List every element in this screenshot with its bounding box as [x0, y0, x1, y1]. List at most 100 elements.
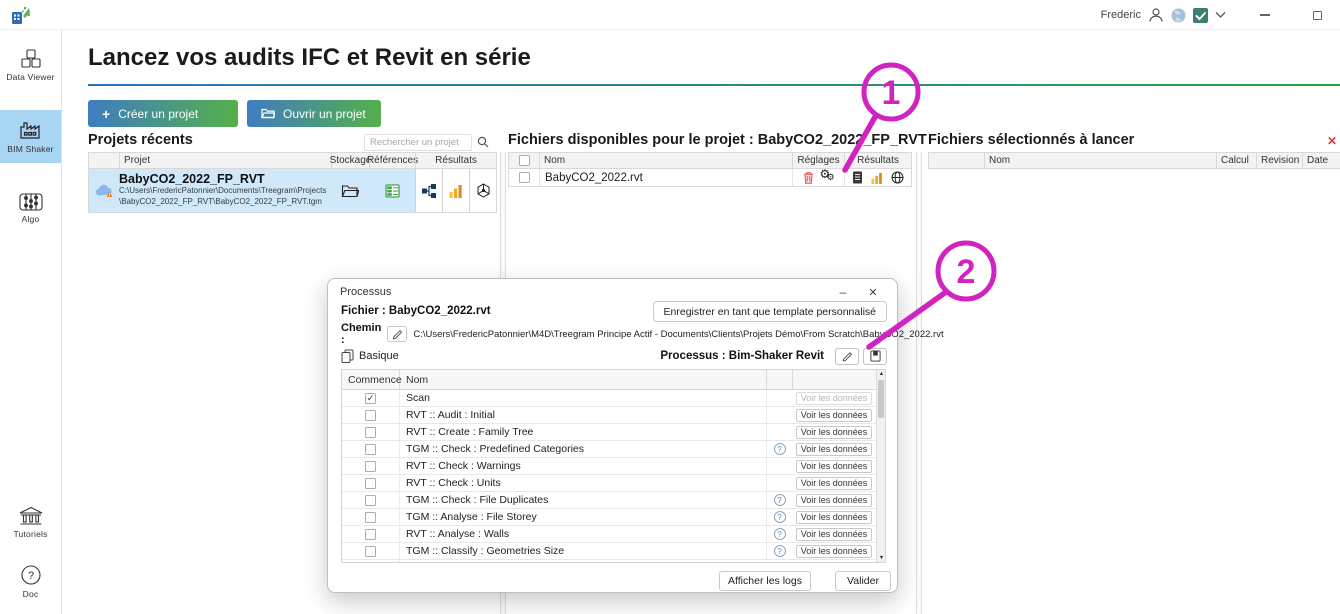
process-row: ✓ TGM :: Check : Predefined Categories ?…: [342, 441, 876, 458]
sidebar-item-label: Data Viewer: [6, 72, 54, 82]
sidebar-item-doc[interactable]: ? Doc: [0, 555, 61, 608]
title-bar: Frederic: [0, 0, 1340, 30]
save-process-icon[interactable]: [863, 348, 887, 365]
table-scrollbar[interactable]: ▲ ▼: [876, 370, 885, 562]
show-logs-button[interactable]: Afficher les logs: [719, 571, 811, 591]
bar-chart-icon[interactable]: [871, 172, 883, 184]
view-data-button[interactable]: Voir les données: [796, 545, 872, 558]
process-name: TGM :: Check : File Duplicates: [400, 492, 766, 508]
file-row[interactable]: BabyCO2_2022.rvt ⚙ ⚙: [508, 169, 912, 187]
view-data-button[interactable]: Voir les données: [796, 426, 872, 439]
globe-3d-icon[interactable]: [891, 171, 904, 184]
language-globe-icon[interactable]: [1171, 8, 1186, 23]
panel-separator: [916, 152, 922, 614]
minimize-button[interactable]: [1252, 0, 1278, 30]
selected-table-header: Nom Calcul Revision Date: [928, 152, 1340, 169]
scrollbar-thumb[interactable]: [878, 380, 884, 418]
process-checkbox[interactable]: ✓: [365, 512, 376, 523]
dialog-minimize-icon[interactable]: –: [833, 283, 853, 301]
project-row[interactable]: BabyCO2_2022_FP_RVT C:\Users\FredericPat…: [88, 169, 497, 213]
view-data-button[interactable]: Voir les données: [796, 477, 872, 490]
sidebar-item-tutoriels[interactable]: Tutoriels: [0, 497, 61, 548]
scroll-down-icon[interactable]: ▼: [877, 555, 886, 561]
process-checkbox[interactable]: ✓: [365, 427, 376, 438]
sidebar: Data Viewer BIM Shaker: [0, 30, 62, 614]
sidebar-item-bim-shaker[interactable]: BIM Shaker: [0, 110, 61, 163]
search-input[interactable]: [364, 134, 472, 151]
report-document-icon[interactable]: [852, 171, 863, 184]
sidebar-item-label: Doc: [23, 589, 39, 599]
view-data-button[interactable]: Voir les données: [796, 460, 872, 473]
select-all-checkbox[interactable]: [519, 155, 530, 166]
user-name: Frederic: [1101, 9, 1141, 21]
file-checkbox[interactable]: [519, 172, 530, 183]
help-icon[interactable]: ?: [774, 494, 786, 506]
view-data-button[interactable]: Voir les données: [796, 443, 872, 456]
process-name: Scan: [400, 390, 766, 406]
process-name: TGM :: Check : Predefined Categories: [400, 441, 766, 457]
minimize-icon: [1260, 14, 1270, 16]
process-checkbox[interactable]: ✓: [365, 529, 376, 540]
help-icon[interactable]: ?: [774, 528, 786, 540]
file-name: BabyCO2_2022.rvt: [539, 169, 792, 186]
help-icon[interactable]: ?: [774, 443, 786, 455]
process-row-partial: [342, 560, 876, 562]
process-row: ✓ TGM :: Analyse : File Storey ? Voir le…: [342, 509, 876, 526]
view-data-button[interactable]: Voir les données: [796, 528, 872, 541]
process-name: TGM :: Analyse : File Storey: [400, 509, 766, 525]
bar-chart-icon[interactable]: [442, 169, 469, 212]
create-project-button[interactable]: + Créer un projet: [88, 100, 238, 127]
user-account-icon[interactable]: [1148, 7, 1164, 23]
process-checkbox[interactable]: ✓: [365, 444, 376, 455]
question-circle-icon: ?: [20, 564, 42, 586]
chevron-down-icon[interactable]: [1215, 11, 1226, 19]
help-icon[interactable]: ?: [774, 545, 786, 557]
title-underline: [88, 84, 1340, 86]
process-table-header: Commence Nom: [342, 370, 876, 390]
process-checkbox[interactable]: ✓: [365, 495, 376, 506]
copy-pages-icon[interactable]: [341, 349, 354, 363]
references-table-icon[interactable]: [369, 169, 415, 212]
search-icon[interactable]: [477, 136, 489, 148]
process-checkbox[interactable]: ✓: [365, 410, 376, 421]
dialog-close-icon[interactable]: ✕: [863, 283, 883, 301]
process-table: Commence Nom ✓ Scan ?: [341, 369, 886, 563]
process-row: ✓ RVT :: Analyse : Walls ? Voir les donn…: [342, 526, 876, 543]
abacus-icon: [19, 193, 43, 211]
tree-structure-icon[interactable]: [415, 169, 442, 212]
plus-icon: +: [102, 107, 110, 121]
validate-button[interactable]: Valider: [835, 571, 891, 591]
scroll-up-icon[interactable]: ▲: [877, 371, 886, 377]
edit-process-button[interactable]: [835, 348, 859, 365]
process-checkbox[interactable]: ✓: [365, 461, 376, 472]
projects-table-header: Projet Stockage Références Résultats: [88, 152, 497, 169]
process-checkbox[interactable]: ✓: [365, 546, 376, 557]
process-checkbox[interactable]: ✓: [365, 393, 376, 404]
open-project-button[interactable]: Ouvrir un projet: [247, 100, 381, 127]
molecule-icon[interactable]: [469, 169, 496, 212]
restore-button[interactable]: [1304, 0, 1330, 30]
sidebar-item-data-viewer[interactable]: Data Viewer: [0, 40, 61, 91]
view-data-button[interactable]: Voir les données: [796, 494, 872, 507]
process-name: RVT :: Create : Family Tree: [400, 424, 766, 440]
dialog-title: Processus: [340, 286, 391, 298]
projects-panel-title: Projets récents: [88, 132, 193, 148]
save-template-button[interactable]: Enregistrer en tant que template personn…: [653, 301, 887, 322]
process-checkbox[interactable]: ✓: [365, 478, 376, 489]
process-row: ✓ RVT :: Check : Warnings ? Voir les don…: [342, 458, 876, 475]
sidebar-item-algo[interactable]: Algo: [0, 184, 61, 233]
process-name: RVT :: Check : Units: [400, 475, 766, 491]
bank-icon: [18, 506, 44, 526]
sidebar-item-label: Algo: [22, 214, 40, 224]
clear-selected-icon[interactable]: ✕: [1327, 134, 1337, 148]
view-data-button[interactable]: Voir les données: [796, 511, 872, 524]
view-data-button[interactable]: Voir les données: [796, 409, 872, 422]
help-icon[interactable]: ?: [774, 511, 786, 523]
status-badge-icon[interactable]: [1193, 8, 1208, 23]
view-data-button[interactable]: Voir les données: [796, 392, 872, 405]
storage-folder-icon[interactable]: [331, 169, 369, 212]
edit-path-button[interactable]: [387, 326, 407, 342]
delete-trash-icon[interactable]: [803, 171, 814, 184]
process-name: RVT :: Analyse : Walls: [400, 526, 766, 542]
settings-gears-icon[interactable]: ⚙ ⚙: [820, 170, 835, 185]
